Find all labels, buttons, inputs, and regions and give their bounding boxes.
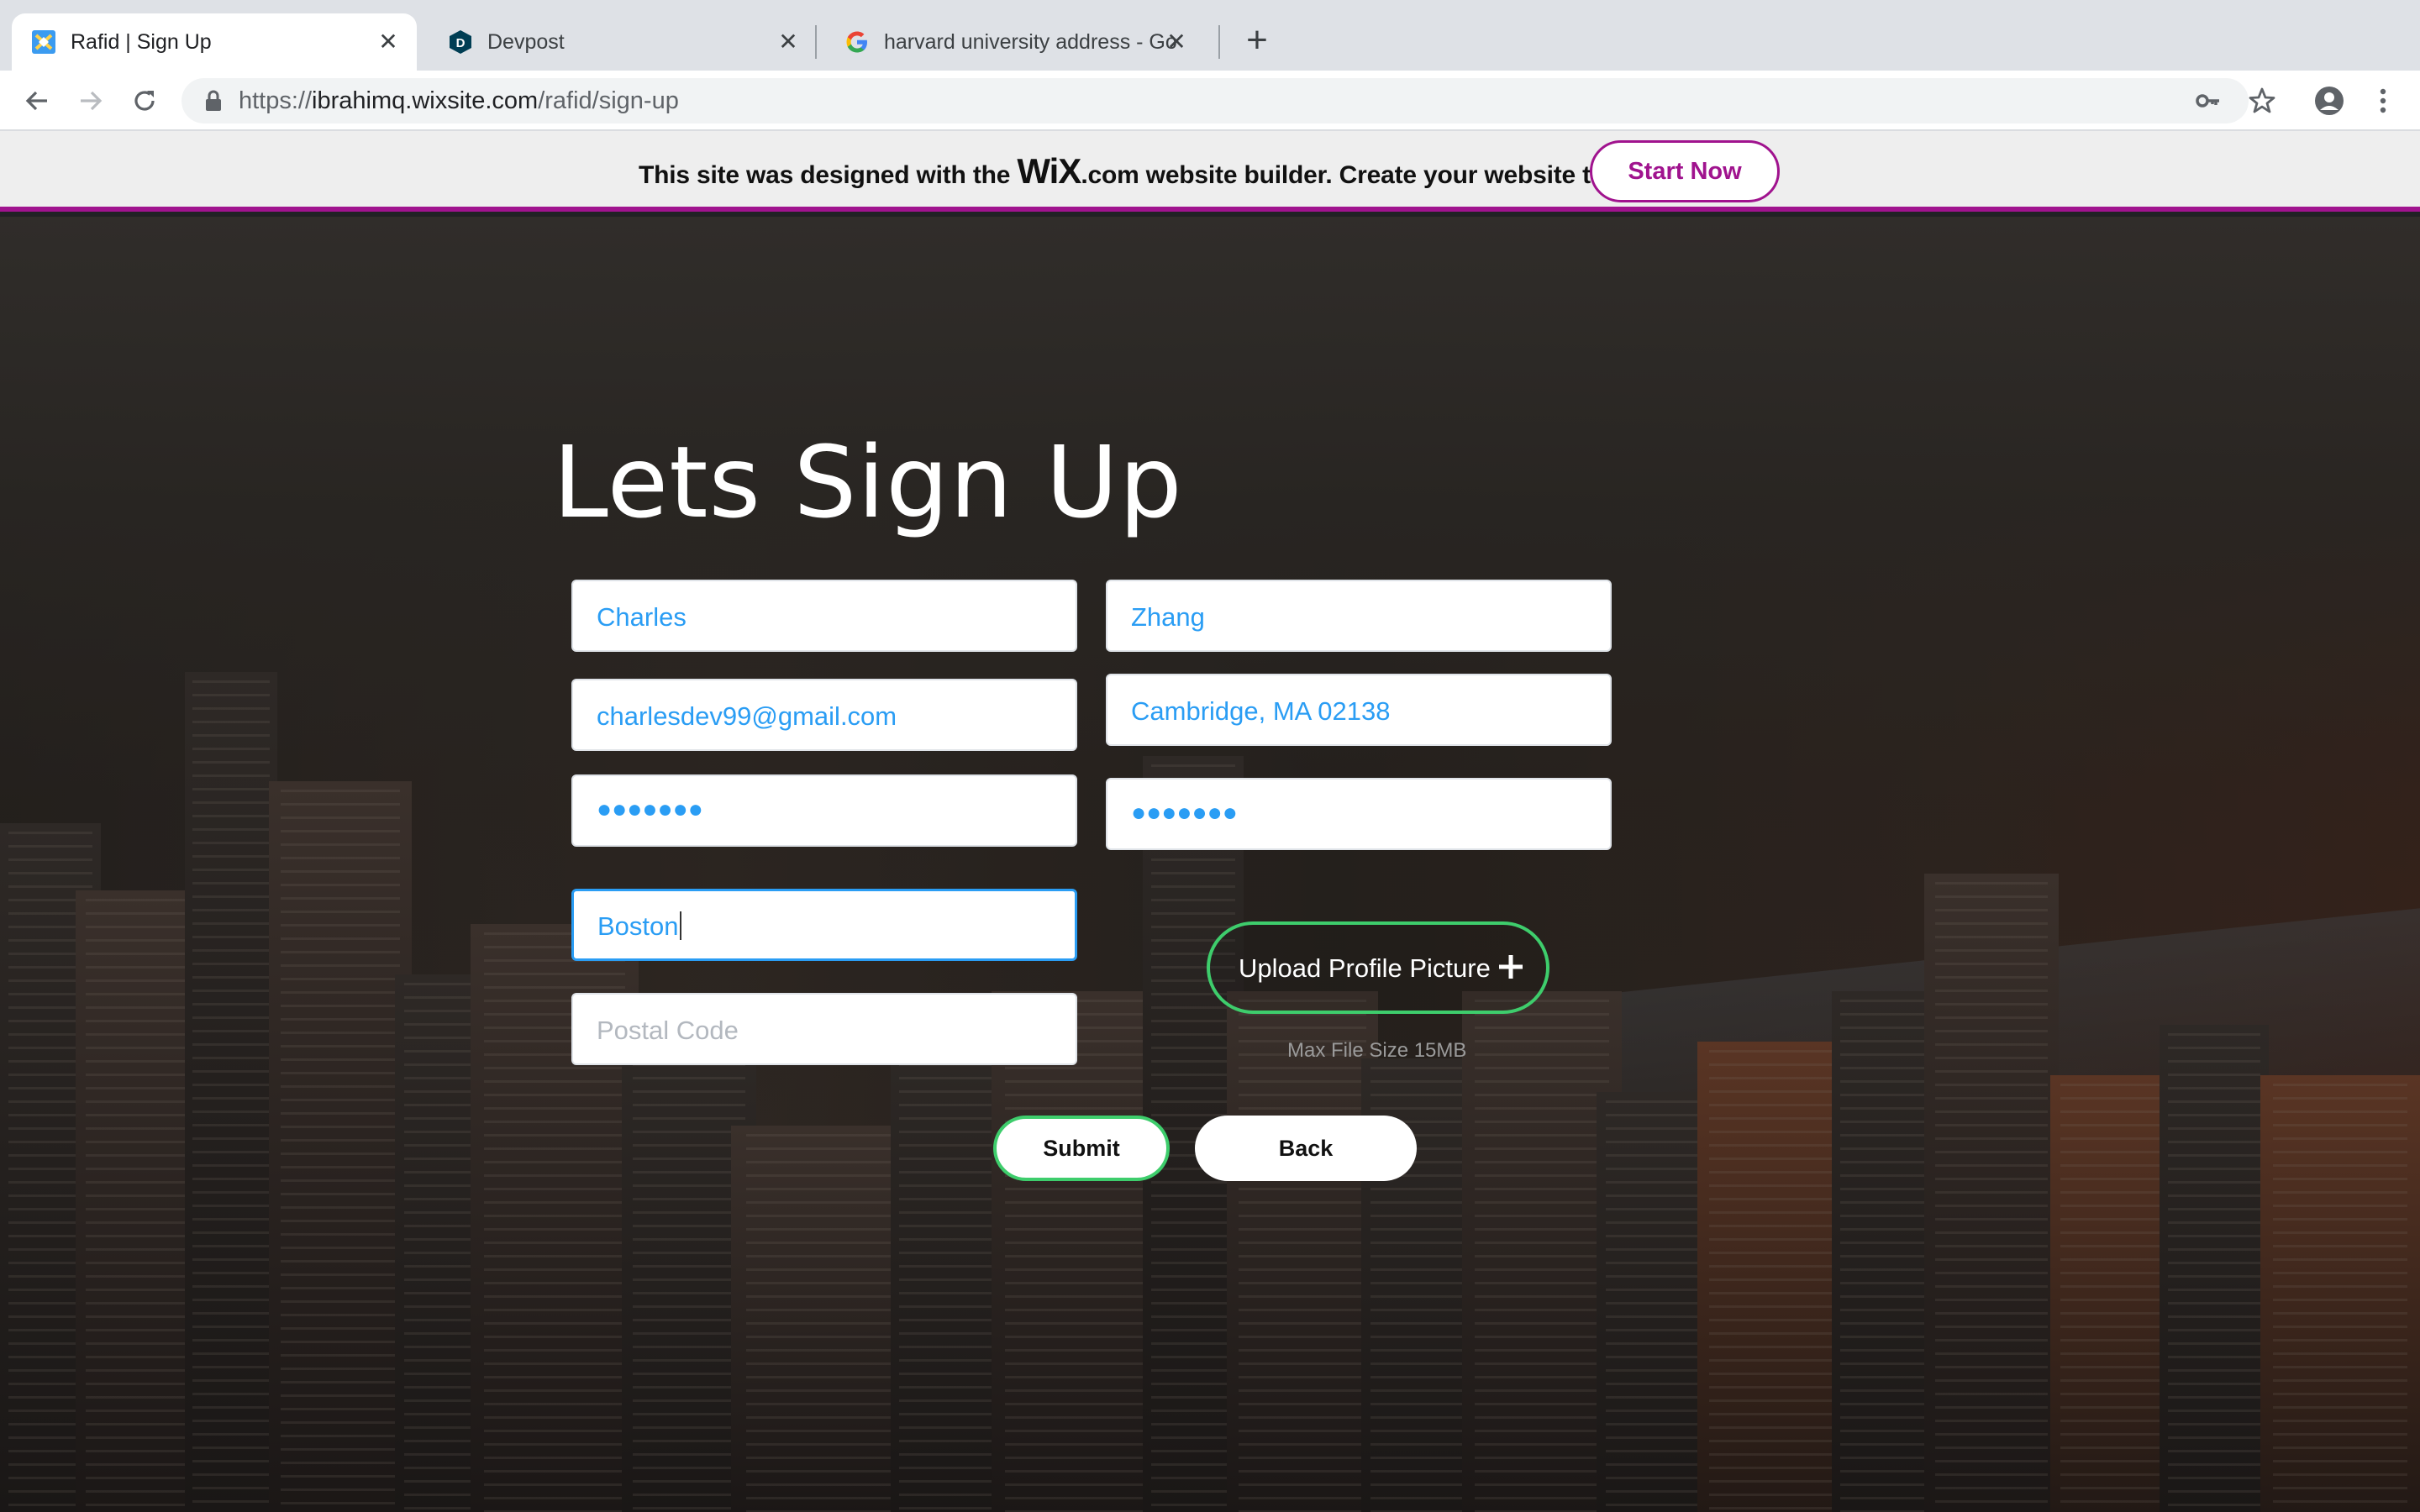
- password-field[interactable]: ●●●●●●●: [571, 774, 1077, 847]
- banner-text-before: This site was designed with the: [639, 161, 1018, 189]
- first-name-value: Charles: [597, 602, 687, 632]
- password-masked-value: ●●●●●●●: [597, 795, 703, 823]
- background-building: [992, 991, 1160, 1512]
- close-tab-icon[interactable]: ✕: [375, 29, 402, 55]
- page-title: Lets Sign Up: [553, 424, 1183, 540]
- more-menu-icon[interactable]: [2366, 84, 2400, 118]
- google-favicon-icon: [844, 29, 871, 55]
- lock-icon[interactable]: [203, 90, 224, 112]
- tab-devpost[interactable]: D Devpost ✕: [429, 13, 823, 71]
- tab-title: Rafid | Sign Up: [71, 30, 212, 54]
- background-building: [185, 672, 277, 1512]
- bookmark-star-icon[interactable]: [2245, 84, 2279, 118]
- background-building: [2050, 1075, 2176, 1512]
- tab-google-search[interactable]: harvard university address - Go ✕: [825, 13, 1212, 71]
- address-field[interactable]: Cambridge, MA 02138: [1106, 674, 1612, 746]
- last-name-value: Zhang: [1131, 602, 1205, 632]
- url-path: /rafid/sign-up: [538, 87, 679, 114]
- url-scheme: https://: [239, 87, 313, 114]
- background-building: [731, 1126, 916, 1512]
- close-tab-icon[interactable]: ✕: [1163, 29, 1190, 55]
- browser-tab-strip: Rafid | Sign Up ✕ D Devpost ✕ harvard un…: [0, 0, 2420, 71]
- email-field[interactable]: charlesdev99@gmail.com: [571, 679, 1077, 751]
- upload-profile-picture-button[interactable]: Upload Profile Picture: [1207, 921, 1549, 1014]
- background-building: [2160, 1025, 2269, 1512]
- upload-button-label: Upload Profile Picture: [1239, 953, 1491, 983]
- wix-logo: WiX: [1017, 151, 1081, 191]
- postal-code-placeholder: Postal Code: [597, 1016, 739, 1045]
- background-building: [269, 781, 412, 1512]
- wix-banner-message: This site was designed with the WiX.com …: [639, 154, 1655, 192]
- city-skyline-background: [0, 217, 2420, 1512]
- devpost-favicon-icon: D: [447, 29, 474, 55]
- reload-icon[interactable]: [126, 82, 163, 119]
- address-bar[interactable]: https://ibrahimq.wixsite.com/rafid/sign-…: [182, 78, 2249, 123]
- tab-separator: [1218, 25, 1220, 59]
- confirm-password-masked-value: ●●●●●●●: [1131, 799, 1238, 827]
- submit-button[interactable]: Submit: [993, 1116, 1170, 1181]
- tab-separator: [815, 25, 817, 59]
- confirm-password-field[interactable]: ●●●●●●●: [1106, 778, 1612, 850]
- last-name-field[interactable]: Zhang: [1106, 580, 1612, 652]
- tab-title: Devpost: [487, 30, 565, 54]
- browser-toolbar: https://ibrahimq.wixsite.com/rafid/sign-…: [0, 71, 2420, 131]
- background-building: [891, 1042, 1000, 1512]
- postal-code-field[interactable]: Postal Code: [571, 993, 1077, 1065]
- city-text: Boston: [597, 911, 679, 941]
- forward-arrow-icon[interactable]: [72, 82, 109, 119]
- svg-text:D: D: [456, 36, 466, 50]
- background-building: [1227, 991, 1378, 1512]
- tab-title: harvard university address - Go: [884, 30, 1177, 54]
- plus-icon: [1494, 950, 1528, 984]
- start-now-button[interactable]: Start Now: [1590, 140, 1780, 202]
- url-host: ibrahimq.wixsite.com: [312, 87, 539, 114]
- address-value: Cambridge, MA 02138: [1131, 696, 1391, 726]
- back-arrow-icon[interactable]: [18, 82, 55, 119]
- background-building: [1597, 1092, 1714, 1512]
- profile-avatar-icon[interactable]: [2312, 84, 2346, 118]
- close-tab-icon[interactable]: ✕: [775, 29, 802, 55]
- background-building: [1924, 874, 2059, 1512]
- url-text: https://ibrahimq.wixsite.com/rafid/sign-…: [239, 87, 679, 114]
- city-field[interactable]: Boston: [571, 889, 1077, 961]
- new-tab-plus-icon[interactable]: +: [1240, 22, 1274, 60]
- wix-site-favicon-icon: [30, 29, 57, 55]
- back-button[interactable]: Back: [1195, 1116, 1417, 1181]
- text-caret: [679, 911, 681, 940]
- wix-promo-banner: This site was designed with the WiX.com …: [0, 131, 2420, 212]
- banner-text-after: .com website builder. Create your websit…: [1081, 161, 1655, 189]
- background-building: [2260, 1075, 2420, 1512]
- background-building: [76, 890, 202, 1512]
- max-file-size-note: Max File Size 15MB: [1287, 1039, 1467, 1062]
- background-building: [1697, 1042, 1849, 1512]
- tab-rafid-sign-up[interactable]: Rafid | Sign Up ✕: [12, 13, 417, 71]
- city-value: Boston: [597, 911, 681, 942]
- email-value: charlesdev99@gmail.com: [597, 701, 897, 731]
- first-name-field[interactable]: Charles: [571, 580, 1077, 652]
- key-icon[interactable]: [2191, 84, 2225, 118]
